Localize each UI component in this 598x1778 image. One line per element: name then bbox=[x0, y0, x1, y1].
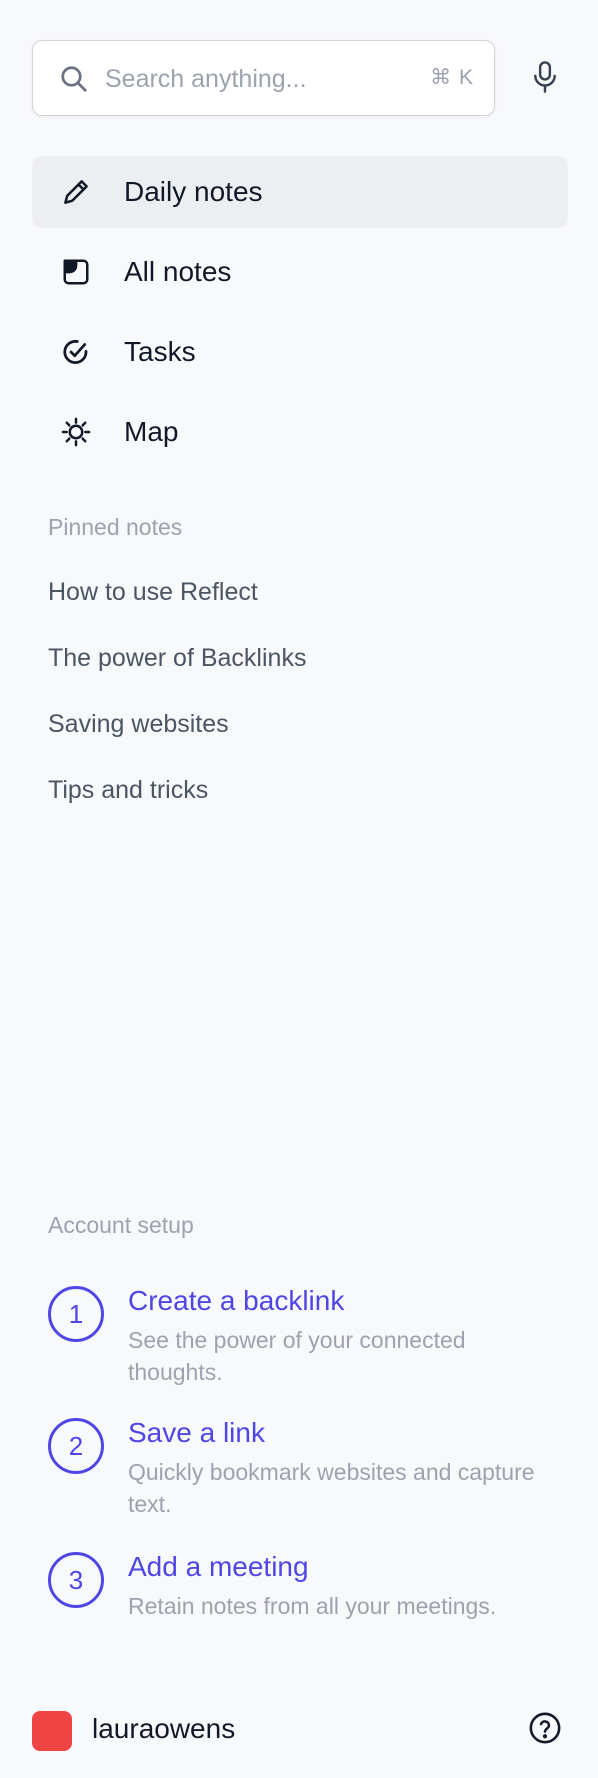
account-setup-heading: Account setup bbox=[48, 1212, 194, 1238]
step-number-badge: 2 bbox=[48, 1418, 104, 1474]
nav-label: Daily notes bbox=[124, 176, 263, 207]
microphone-icon bbox=[530, 60, 560, 99]
pinned-note[interactable]: The power of Backlinks bbox=[48, 639, 306, 705]
pinned-note[interactable]: How to use Reflect bbox=[48, 573, 306, 639]
help-button[interactable] bbox=[524, 1709, 566, 1751]
pinned-notes-list: How to use Reflect The power of Backlink… bbox=[48, 573, 306, 837]
nav-label: Tasks bbox=[124, 336, 196, 367]
step-number-badge: 1 bbox=[48, 1286, 104, 1342]
sidebar-footer: lauraowens bbox=[32, 1709, 566, 1753]
setup-step-description: See the power of your connected thoughts… bbox=[128, 1327, 466, 1385]
setup-step-create-backlink[interactable]: 1 Create a backlink See the power of you… bbox=[48, 1285, 568, 1388]
search-shortcut: ⌘ K bbox=[430, 66, 474, 89]
check-circle-icon bbox=[61, 337, 91, 367]
pinned-note[interactable]: Tips and tricks bbox=[48, 771, 306, 837]
username[interactable]: lauraowens bbox=[92, 1713, 235, 1745]
nav-label: All notes bbox=[124, 256, 232, 287]
search-box[interactable]: ⌘ K bbox=[32, 40, 495, 116]
pencil-icon bbox=[61, 177, 91, 207]
setup-step-description: Retain notes from all your meetings. bbox=[128, 1593, 497, 1619]
help-icon bbox=[528, 1711, 562, 1750]
pinned-note[interactable]: Saving websites bbox=[48, 705, 306, 771]
sun-icon bbox=[61, 417, 91, 447]
setup-step-save-link[interactable]: 2 Save a link Quickly bookmark websites … bbox=[48, 1417, 568, 1520]
nav-item-map[interactable]: Map bbox=[32, 396, 568, 468]
nav-item-all-notes[interactable]: All notes bbox=[32, 236, 568, 308]
search-row: ⌘ K bbox=[32, 40, 566, 116]
setup-step-title: Save a link bbox=[128, 1417, 265, 1448]
step-number-badge: 3 bbox=[48, 1552, 104, 1608]
search-icon bbox=[59, 64, 89, 94]
nav-item-daily-notes[interactable]: Daily notes bbox=[32, 156, 568, 228]
setup-step-title: Create a backlink bbox=[128, 1285, 345, 1316]
pinned-notes-heading: Pinned notes bbox=[48, 514, 183, 540]
setup-step-description: Quickly bookmark websites and capture te… bbox=[128, 1459, 535, 1517]
nav-label: Map bbox=[124, 416, 179, 447]
main-nav: Daily notes All notes Tasks Map bbox=[32, 156, 568, 476]
account-setup-list: 1 Create a backlink See the power of you… bbox=[48, 1285, 568, 1622]
avatar[interactable] bbox=[32, 1711, 72, 1751]
notes-icon bbox=[61, 257, 91, 287]
setup-step-title: Add a meeting bbox=[128, 1551, 309, 1582]
nav-item-tasks[interactable]: Tasks bbox=[32, 316, 568, 388]
search-input[interactable] bbox=[105, 59, 385, 99]
setup-step-add-meeting[interactable]: 3 Add a meeting Retain notes from all yo… bbox=[48, 1551, 568, 1622]
microphone-button[interactable] bbox=[524, 58, 566, 100]
